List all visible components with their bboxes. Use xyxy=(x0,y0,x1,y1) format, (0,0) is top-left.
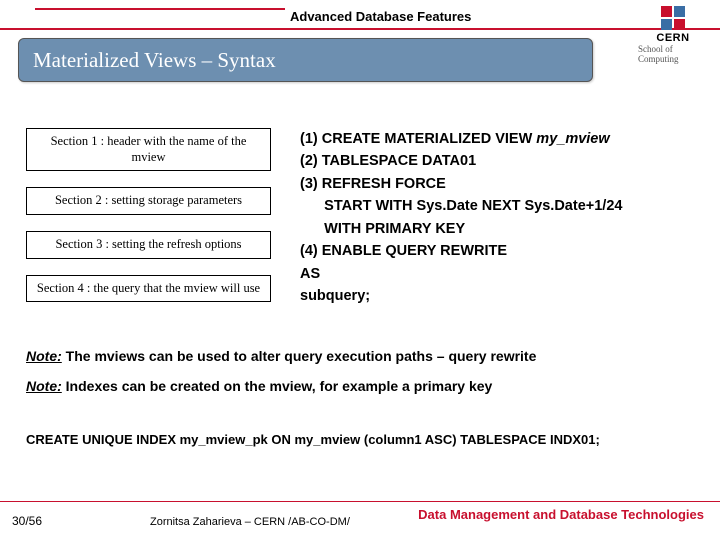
code-line-7: AS xyxy=(300,263,700,285)
footer-author: Zornitsa Zaharieva – CERN /AB-CO-DM/ xyxy=(150,516,350,528)
note-text-2: Indexes can be created on the mview, for… xyxy=(62,378,493,394)
slide-title-box: Materialized Views – Syntax xyxy=(18,38,593,82)
logo-brand-text: CERN xyxy=(656,32,689,44)
footer-divider xyxy=(0,501,720,502)
slide-number: 30/56 xyxy=(12,514,42,528)
code-line-1: (1) CREATE MATERIALIZED VIEW my_mview xyxy=(300,128,700,150)
code-line-2: (2) TABLESPACE DATA01 xyxy=(300,150,700,172)
create-index-statement: CREATE UNIQUE INDEX my_mview_pk ON my_mv… xyxy=(26,432,706,447)
header-accent-line xyxy=(35,8,285,10)
notes-block: Note: The mviews can be used to alter qu… xyxy=(26,348,696,408)
note-label-1: Note: xyxy=(26,348,62,364)
header-topic: Advanced Database Features xyxy=(290,9,471,24)
sql-code-block: (1) CREATE MATERIALIZED VIEW my_mview (2… xyxy=(300,128,700,308)
section-box-1: Section 1 : header with the name of the … xyxy=(26,128,271,171)
cern-logo: CERN School of Computing xyxy=(638,4,708,64)
section-box-3: Section 3 : setting the refresh options xyxy=(26,231,271,259)
note-label-2: Note: xyxy=(26,378,62,394)
code-line-4: START WITH Sys.Date NEXT Sys.Date+1/24 xyxy=(300,195,700,217)
note-1: Note: The mviews can be used to alter qu… xyxy=(26,348,696,364)
note-text-1: The mviews can be used to alter query ex… xyxy=(62,348,537,364)
code-line-1a: (1) CREATE MATERIALIZED VIEW xyxy=(300,131,536,147)
code-line-6: (4) ENABLE QUERY REWRITE xyxy=(300,240,700,262)
section-list: Section 1 : header with the name of the … xyxy=(26,128,271,318)
note-2: Note: Indexes can be created on the mvie… xyxy=(26,378,696,394)
code-line-3: (3) REFRESH FORCE xyxy=(300,173,700,195)
code-line-5: WITH PRIMARY KEY xyxy=(300,218,700,240)
section-box-2: Section 2 : setting storage parameters xyxy=(26,187,271,215)
logo-sub-text: School of Computing xyxy=(638,44,708,64)
code-line-8: subquery; xyxy=(300,285,700,307)
code-line-1b: my_mview xyxy=(536,131,609,147)
section-box-4: Section 4 : the query that the mview wil… xyxy=(26,275,271,303)
logo-icon xyxy=(658,4,688,32)
slide-title: Materialized Views – Syntax xyxy=(33,48,276,73)
footer-topic: Data Management and Database Technologie… xyxy=(418,507,704,522)
